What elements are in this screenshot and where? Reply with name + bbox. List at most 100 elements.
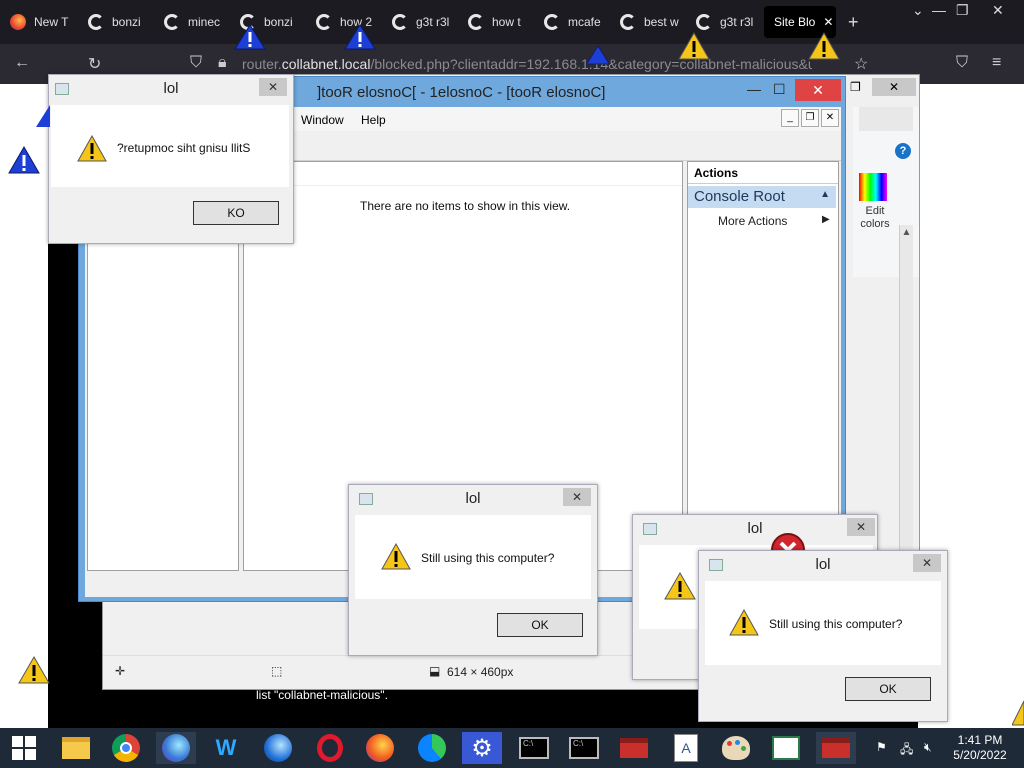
more-actions-item[interactable]: More Actions ▶	[718, 214, 830, 228]
waterfox-icon[interactable]: W	[206, 732, 246, 764]
warning-icon	[664, 572, 696, 600]
mmc-icon[interactable]	[766, 732, 806, 764]
ok-button[interactable]: OK	[497, 613, 583, 637]
minimize-icon[interactable]: —	[747, 81, 761, 97]
google-icon	[88, 14, 104, 30]
close-window-icon[interactable]: ✕	[992, 2, 1004, 19]
menu-icon[interactable]: ≡	[992, 54, 1001, 72]
settings-icon[interactable]: ⚙	[462, 732, 502, 764]
edit-colors-icon[interactable]	[859, 173, 887, 201]
warning-icon	[8, 146, 40, 174]
reload-icon[interactable]: ↻	[88, 54, 101, 74]
file-explorer-icon[interactable]	[56, 732, 96, 764]
dialog-body: Still using this computer?	[705, 581, 941, 665]
warning-icon	[729, 609, 759, 636]
back-icon[interactable]: ←	[14, 54, 30, 72]
dialog-lol-reversed: lol ✕ ?retupmoc siht gnisu llitS KO	[48, 74, 294, 244]
dialog-message: ?retupmoc siht gnisu llitS	[117, 141, 251, 155]
pocket-icon[interactable]: ⛉	[956, 54, 968, 72]
tab-mcafe[interactable]: mcafe	[534, 6, 610, 38]
toolbox-icon[interactable]	[614, 732, 654, 764]
bookmark-star-icon[interactable]: ☆	[854, 54, 868, 74]
restore-icon[interactable]: ❐	[850, 80, 861, 94]
warning-icon	[381, 543, 411, 570]
warning-icon	[678, 32, 710, 60]
firefox-icon[interactable]	[360, 732, 400, 764]
app-icon	[359, 493, 373, 505]
warning-icon	[234, 24, 266, 50]
help-icon[interactable]: ?	[895, 143, 911, 159]
app-icon	[709, 559, 723, 571]
dialog-message: Still using this computer?	[769, 617, 903, 631]
collapse-icon[interactable]: ▲	[820, 189, 830, 200]
actions-console-root[interactable]: Console Root ▲	[688, 186, 836, 208]
paint-icon[interactable]	[716, 732, 756, 764]
warning-icon	[36, 105, 50, 127]
windows-icon	[12, 736, 36, 760]
warning-icon	[1012, 700, 1024, 726]
chrome-icon[interactable]	[106, 732, 146, 764]
scroll-up-icon[interactable]: ▲	[900, 227, 913, 238]
browser-tab-strip: New T bonzi minec bonzi how 2 g3t r3l ho…	[0, 0, 1024, 44]
app-icon	[643, 523, 657, 535]
flag-icon[interactable]: ⚑	[876, 740, 887, 754]
google-icon	[696, 14, 712, 30]
clock[interactable]: 1:41 PM 5/20/2022	[948, 733, 1012, 763]
minimize-icon[interactable]: _	[781, 109, 799, 127]
minimize-icon[interactable]: —	[932, 2, 946, 18]
ok-button[interactable]: OK	[845, 677, 931, 701]
restore-icon[interactable]: ❐	[801, 109, 819, 127]
close-icon[interactable]: ✕	[872, 78, 916, 96]
firefox-dev-icon[interactable]	[156, 732, 196, 764]
menu-window[interactable]: Window	[301, 113, 344, 127]
firefox-icon	[10, 14, 26, 30]
move-icon: ✛	[115, 664, 126, 678]
clock-date: 5/20/2022	[953, 748, 1007, 762]
firefox-nightly-icon[interactable]	[258, 732, 298, 764]
actions-header: Actions	[688, 162, 838, 184]
shield-icon[interactable]: ⛉	[190, 54, 202, 72]
taskbar: W ⚙ C:\ C:\ A ⚑ 🖧︎ 🔇︎ 1:41 PM 5/20/2022	[0, 728, 1024, 768]
close-icon[interactable]: ✕	[821, 109, 839, 127]
empty-view-text: There are no items to show in this view.	[360, 199, 571, 213]
dialog-body: ?retupmoc siht gnisu llitS	[51, 105, 289, 187]
results-header	[244, 162, 682, 186]
toolbox-icon[interactable]	[816, 732, 856, 764]
opera-icon[interactable]	[310, 732, 350, 764]
start-button[interactable]	[4, 732, 44, 764]
tab-how-t[interactable]: how t	[458, 6, 534, 38]
close-icon[interactable]: ✕	[913, 554, 941, 572]
cmd-icon[interactable]: C:\	[564, 732, 604, 764]
lock-icon: 🔒︎	[218, 54, 227, 71]
dialog-lol-center: lol ✕ Still using this computer? OK	[348, 484, 598, 656]
dialog-title: lol	[49, 75, 293, 103]
tab-bonzi-1[interactable]: bonzi	[78, 6, 154, 38]
network-icon[interactable]: 🖧︎	[900, 740, 913, 761]
maximize-icon[interactable]: ☐	[773, 81, 786, 98]
chevron-down-icon[interactable]: ⌄	[912, 2, 924, 19]
tab-g3t-r3l-1[interactable]: g3t r3l	[382, 6, 458, 38]
edge-icon[interactable]	[412, 732, 452, 764]
new-tab-button[interactable]: +	[848, 12, 859, 33]
close-icon[interactable]: ✕	[259, 78, 287, 96]
menu-help[interactable]: Help	[361, 113, 386, 127]
tab-best-w[interactable]: best w	[610, 6, 686, 38]
close-icon[interactable]: ✕	[795, 79, 841, 101]
canvas-size-label: 614 × 460px	[447, 665, 514, 679]
volume-muted-icon[interactable]: 🔇︎	[924, 740, 932, 755]
google-icon	[544, 14, 560, 30]
tab-new-tab[interactable]: New T	[0, 6, 76, 38]
url-field[interactable]: router.collabnet.local/blocked.php?clien…	[242, 56, 812, 72]
cmd-icon[interactable]: C:\	[514, 732, 554, 764]
restore-icon[interactable]: ❐	[956, 2, 969, 19]
warning-icon	[77, 135, 107, 162]
wordpad-icon[interactable]: A	[666, 732, 706, 764]
tab-minec[interactable]: minec	[154, 6, 230, 38]
close-icon[interactable]: ✕	[563, 488, 591, 506]
paint-title-strip	[859, 107, 913, 131]
close-icon[interactable]: ✕	[847, 518, 875, 536]
ok-button[interactable]: KO	[193, 201, 279, 225]
chevron-right-icon: ▶	[822, 214, 830, 225]
close-tab-icon[interactable]: ✕	[823, 15, 833, 29]
google-icon	[164, 14, 180, 30]
